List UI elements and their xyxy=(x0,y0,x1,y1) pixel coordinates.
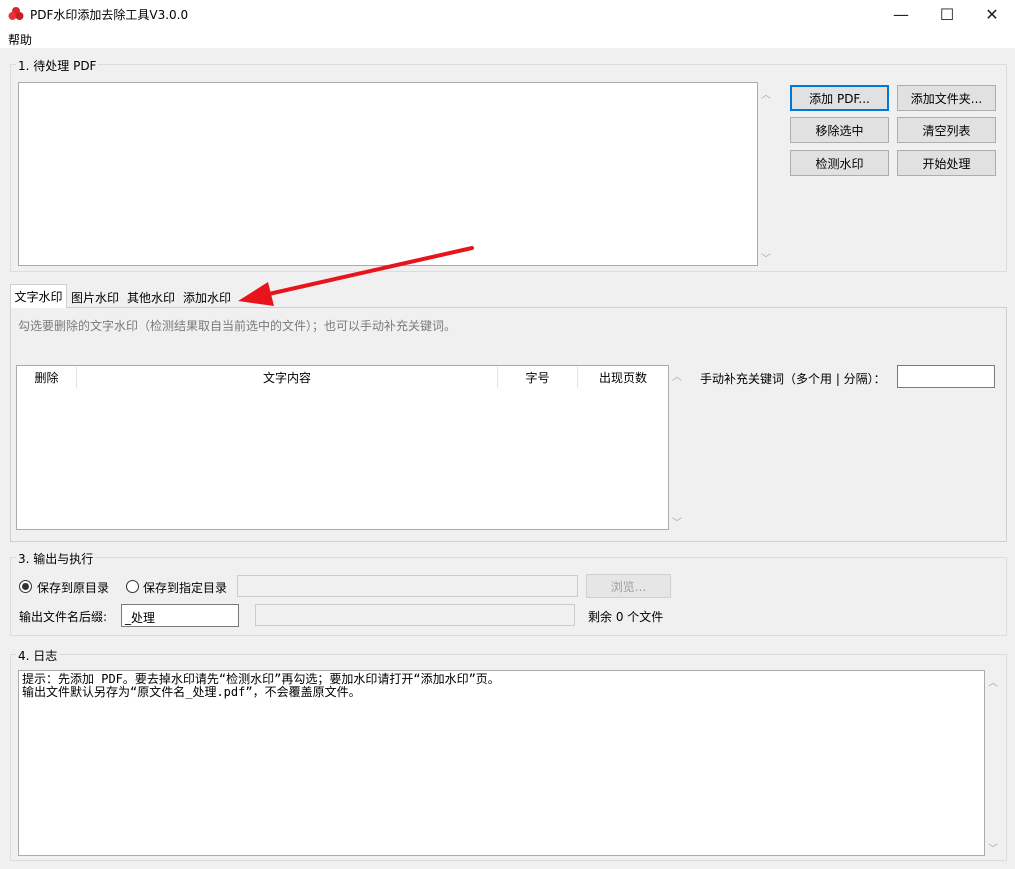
add-folder-button[interactable]: 添加文件夹... xyxy=(897,85,996,111)
progress-bar xyxy=(255,604,575,626)
column-header-font-size[interactable]: 字号 xyxy=(498,366,578,388)
browse-button[interactable]: 浏览... xyxy=(586,574,671,598)
output-dir-input[interactable] xyxy=(237,575,578,597)
suffix-label: 输出文件名后缀: xyxy=(19,610,108,624)
scroll-down-icon[interactable]: ﹀ xyxy=(761,250,771,265)
column-header-text-content[interactable]: 文字内容 xyxy=(77,366,498,388)
detect-watermark-button[interactable]: 检测水印 xyxy=(790,150,889,176)
pdf-group-title: 1. 待处理 PDF xyxy=(16,57,99,74)
column-header-delete[interactable]: 删除 xyxy=(17,366,77,388)
clear-list-button[interactable]: 清空列表 xyxy=(897,117,996,143)
remaining-count: 剩余 0 个文件 xyxy=(588,610,664,624)
window-title: PDF水印添加去除工具V3.0.0 xyxy=(30,8,189,22)
tab-image-watermark[interactable]: 图片水印 xyxy=(68,286,122,308)
tab-add-watermark[interactable]: 添加水印 xyxy=(180,286,234,308)
pdf-file-list[interactable] xyxy=(18,82,758,266)
text-watermark-hint: 勾选要删除的文字水印（检测结果取自当前选中的文件）；也可以手动补充关键词。 xyxy=(18,319,457,333)
log-text: 提示：先添加 PDF。要去掉水印请先“检测水印”再勾选；要加水印请打开“添加水印… xyxy=(22,672,500,699)
save-original-label[interactable]: 保存到原目录 xyxy=(37,579,109,596)
save-specified-label[interactable]: 保存到指定目录 xyxy=(143,579,227,596)
maximize-button[interactable]: ☐ xyxy=(924,0,970,28)
close-button[interactable]: ✕ xyxy=(969,0,1015,28)
add-pdf-button[interactable]: 添加 PDF... xyxy=(790,85,889,111)
close-icon: ✕ xyxy=(985,4,999,24)
log-scroll-up-icon[interactable]: ︿ xyxy=(988,674,998,689)
suffix-input[interactable]: _处理 xyxy=(121,604,239,627)
red-arrow-annotation-icon xyxy=(238,246,474,306)
table-scroll-down-icon[interactable]: ﹀ xyxy=(672,514,682,529)
remove-selected-button[interactable]: 移除选中 xyxy=(790,117,889,143)
app-logo-icon xyxy=(8,7,24,20)
column-header-page-count[interactable]: 出现页数 xyxy=(578,366,668,388)
watermark-table[interactable] xyxy=(16,365,669,530)
table-scroll-up-icon[interactable]: ︿ xyxy=(672,368,682,383)
log-scroll-down-icon[interactable]: ﹀ xyxy=(988,840,998,855)
menu-bar xyxy=(0,28,1015,48)
tab-other-watermark[interactable]: 其他水印 xyxy=(123,286,179,308)
log-group-title: 4. 日志 xyxy=(16,647,60,664)
maximize-icon: ☐ xyxy=(939,4,955,24)
manual-keyword-input[interactable] xyxy=(897,365,995,388)
save-specified-radio[interactable] xyxy=(126,580,139,593)
menu-help[interactable]: 帮助 xyxy=(8,31,32,48)
log-area[interactable]: 提示：先添加 PDF。要去掉水印请先“检测水印”再勾选；要加水印请打开“添加水印… xyxy=(18,670,985,856)
start-process-button[interactable]: 开始处理 xyxy=(897,150,996,176)
manual-keyword-label: 手动补充关键词（多个用 | 分隔）： xyxy=(700,372,886,386)
output-group-title: 3. 输出与执行 xyxy=(16,550,96,567)
tab-text-watermark[interactable]: 文字水印 xyxy=(10,284,67,308)
minimize-icon: — xyxy=(893,4,909,24)
save-original-radio[interactable] xyxy=(19,580,32,593)
minimize-button[interactable]: — xyxy=(878,0,924,28)
scroll-up-icon[interactable]: ︿ xyxy=(761,86,771,101)
